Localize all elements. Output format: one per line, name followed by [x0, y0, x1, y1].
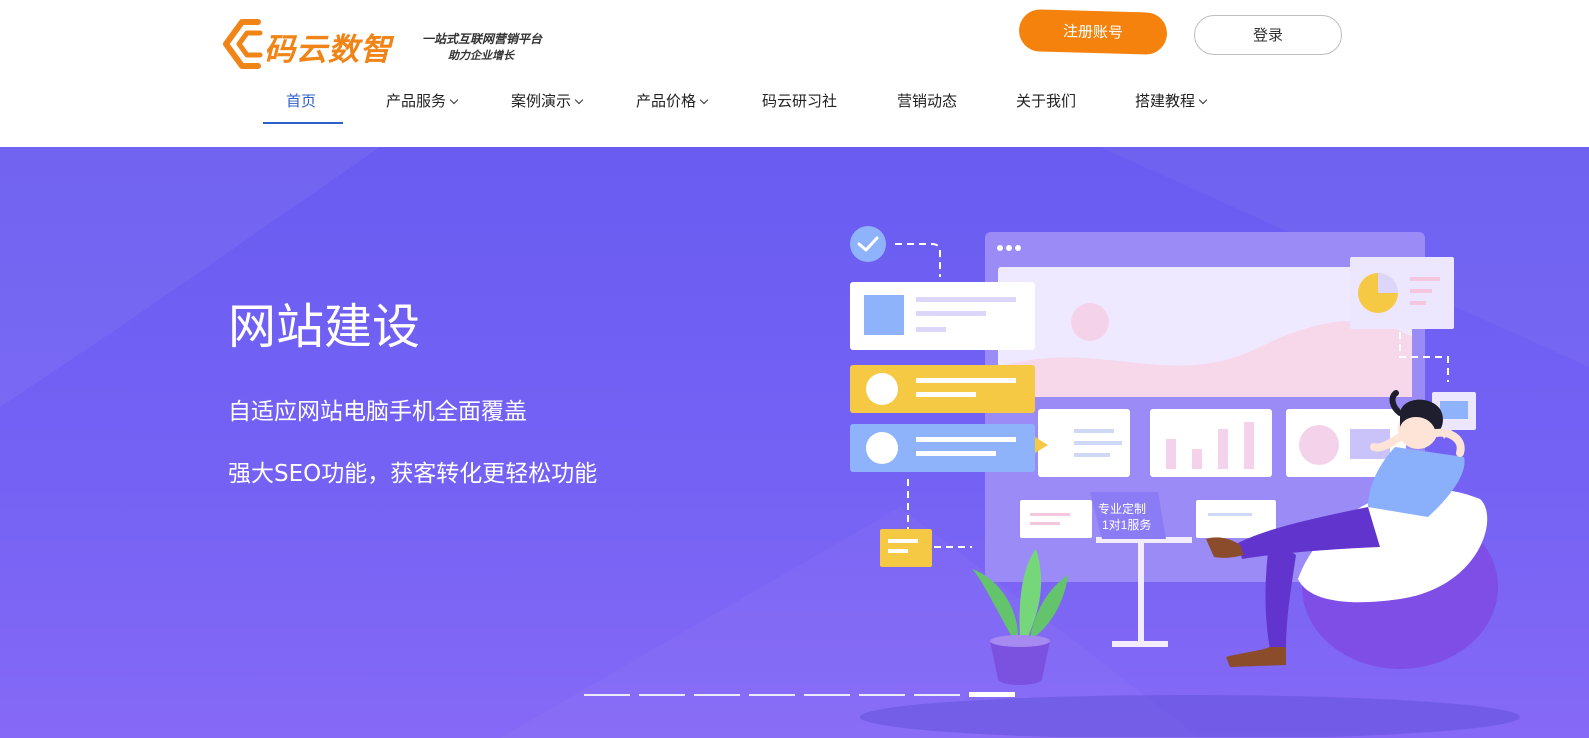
chevron-down-icon [574, 95, 584, 105]
carousel-dot-5[interactable] [804, 694, 850, 696]
nav-item-label: 搭建教程 [1135, 92, 1196, 110]
badge-line1: 专业定制 [1098, 501, 1146, 516]
chevron-down-icon [449, 95, 459, 105]
carousel-dot-4[interactable] [749, 694, 795, 696]
carousel-dot-2[interactable] [639, 694, 685, 696]
register-button[interactable]: 注册账号 [1018, 8, 1168, 56]
nav-item-label: 关于我们 [1016, 92, 1077, 110]
carousel-dot-8[interactable] [969, 692, 1015, 697]
nav-item-label: 案例演示 [511, 92, 572, 110]
brand-name: 码云数智 [264, 32, 392, 68]
nav-item-label: 首页 [286, 92, 317, 110]
site-header: 码云数智 一站式互联网营销平台 助力企业增长 注册账号 登录 首页 产品服务 案… [0, 0, 1589, 147]
carousel-dot-6[interactable] [859, 694, 905, 696]
hero-banner: 网站建设 自适应网站电脑手机全面覆盖 强大SEO功能，获客转化更轻松功能 专业定… [0, 147, 1589, 738]
nav-item-label: 产品价格 [636, 92, 697, 110]
hero-subtitle-1: 自适应网站电脑手机全面覆盖 [228, 399, 527, 425]
nav-item-cases[interactable]: 案例演示 [511, 86, 584, 126]
chevron-down-icon [1198, 95, 1208, 105]
nav-active-indicator [263, 122, 343, 124]
chevron-down-icon [699, 95, 709, 105]
nav-item-tutorials[interactable]: 搭建教程 [1135, 86, 1208, 126]
website-builder-illustration: 专业定制 1对1服务 [850, 226, 1520, 737]
badge-line2: 1对1服务 [1102, 517, 1151, 532]
brand-logo[interactable]: 码云数智 一站式互联网营销平台 助力企业增长 [220, 16, 550, 72]
carousel-dot-7[interactable] [914, 694, 960, 696]
carousel-dot-1[interactable] [584, 694, 630, 696]
brand-slogan-line1: 一站式互联网营销平台 [422, 32, 543, 46]
nav-item-pricing[interactable]: 产品价格 [636, 86, 709, 126]
nav-item-products[interactable]: 产品服务 [386, 86, 459, 126]
hero-subtitle-2: 强大SEO功能，获客转化更轻松功能 [228, 461, 598, 487]
nav-item-about[interactable]: 关于我们 [1016, 86, 1076, 126]
nav-item-label: 营销动态 [897, 92, 958, 110]
nav-item-marketing-news[interactable]: 营销动态 [897, 86, 957, 126]
nav-item-academy[interactable]: 码云研习社 [762, 86, 837, 126]
hero-title: 网站建设 [228, 299, 421, 355]
carousel-dot-3[interactable] [694, 694, 740, 696]
nav-item-home[interactable]: 首页 [286, 86, 316, 126]
nav-item-label: 码云研习社 [762, 92, 838, 110]
login-button[interactable]: 登录 [1194, 15, 1342, 55]
nav-item-label: 产品服务 [386, 92, 447, 110]
brand-slogan-line2: 助力企业增长 [448, 49, 514, 62]
